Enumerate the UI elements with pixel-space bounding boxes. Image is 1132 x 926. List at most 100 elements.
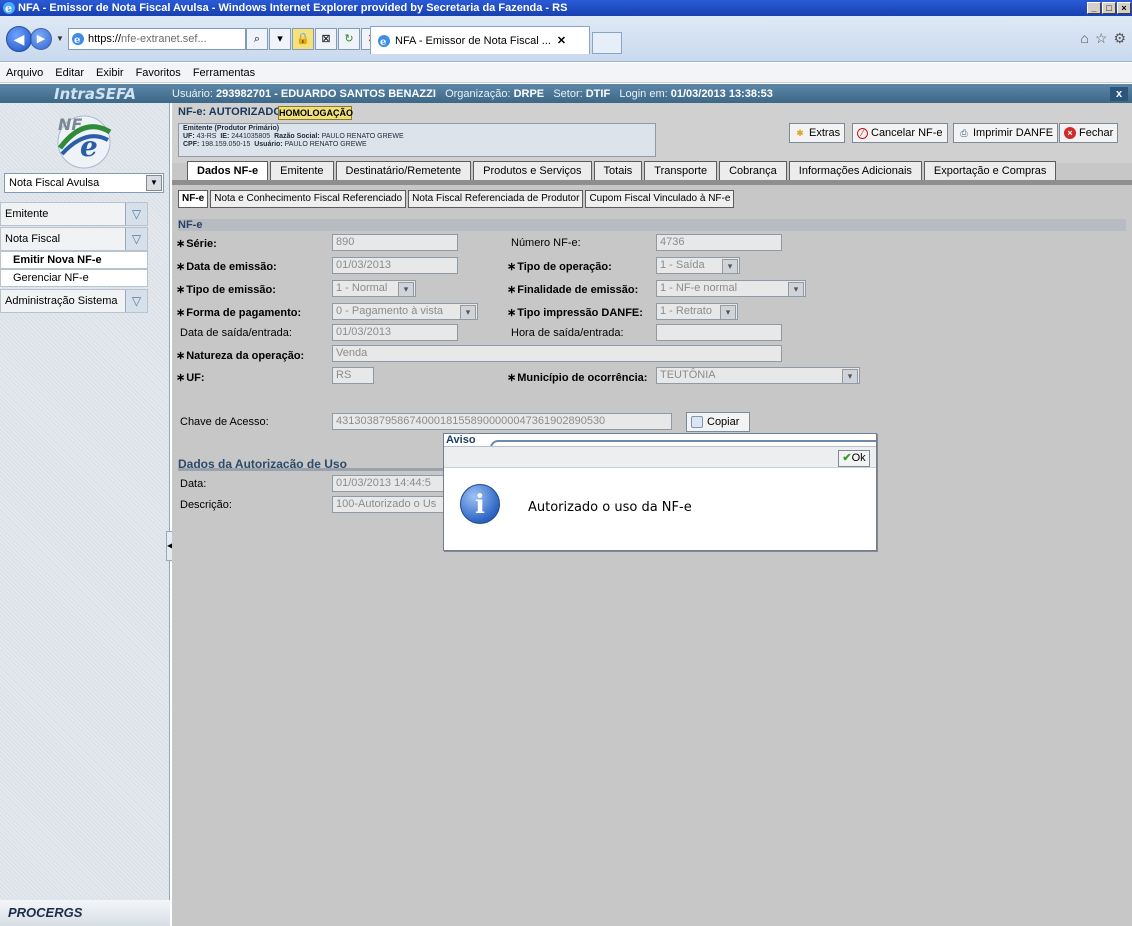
data-emissao-label: Data de emissão:: [176, 260, 276, 273]
municipio-select[interactable]: TEUTÔNIA: [656, 367, 860, 384]
data-saida-field[interactable]: 01/03/2013: [332, 324, 458, 341]
sidebar: e NF Nota Fiscal Avulsa ▼ Emitente ▽ Not…: [0, 103, 170, 926]
ie-logo-icon: e: [3, 2, 15, 15]
subtab-nfe[interactable]: NF-e: [178, 190, 209, 208]
favorites-icon[interactable]: ☆: [1095, 30, 1108, 47]
session-info: Usuário: 293982701 - EDUARDO SANTOS BENA…: [172, 87, 773, 100]
procergs-logo: PROCERGS: [0, 900, 170, 926]
sidebar-group-emitente[interactable]: Emitente ▽: [0, 202, 148, 226]
autorizacao-descricao-field[interactable]: 100-Autorizado o Us: [332, 496, 444, 513]
browser-toolbar: ◀ ▶ ▼ e https://nfe-extranet.sef... ⌕ ▾ …: [0, 16, 1132, 62]
dropdown-icon[interactable]: ▾: [269, 28, 291, 50]
hora-saida-label: Hora de saída/entrada:: [511, 327, 624, 339]
extras-button[interactable]: ✱ Extras: [789, 123, 846, 143]
forma-pagamento-label: Forma de pagamento:: [176, 306, 301, 319]
numero-field[interactable]: 4736: [656, 234, 782, 251]
aviso-dialog: Aviso ✔Ok i Autorizado o uso da NF-e: [443, 433, 877, 551]
tab-destinatario[interactable]: Destinatário/Remetente: [335, 161, 472, 180]
refresh-icon[interactable]: ↻: [338, 28, 360, 50]
gear-icon[interactable]: ⚙: [1113, 30, 1126, 47]
dialog-title: Aviso: [444, 434, 876, 448]
autorizacao-data-field[interactable]: 01/03/2013 14:44:5: [332, 475, 444, 492]
data-saida-label: Data de saída/entrada:: [180, 327, 292, 339]
uf-field[interactable]: RS: [332, 367, 374, 384]
expand-triangle-icon: ▽: [125, 228, 147, 250]
history-dropdown-icon[interactable]: ▼: [56, 34, 64, 43]
minimize-button[interactable]: _: [1087, 2, 1101, 14]
close-button[interactable]: × Fechar: [1059, 123, 1119, 143]
cancel-icon: ⁄: [857, 127, 868, 139]
forma-pagamento-select[interactable]: 0 - Pagamento à vista: [332, 303, 478, 320]
hora-saida-field[interactable]: [656, 324, 782, 341]
menu-exibir[interactable]: Exibir: [96, 67, 124, 79]
back-button[interactable]: ◀: [6, 26, 32, 52]
tipo-impressao-label: Tipo impressão DANFE:: [507, 306, 643, 319]
section-nfe: NF-e: [178, 219, 1126, 231]
sub-tabs: NF-e Nota e Conhecimento Fiscal Referenc…: [178, 190, 736, 210]
finalidade-select[interactable]: 1 - NF-e normal: [656, 280, 806, 297]
address-input[interactable]: e https://nfe-extranet.sef...: [68, 28, 246, 50]
compat-icon[interactable]: ⊠: [315, 28, 337, 50]
menu-arquivo[interactable]: Arquivo: [6, 67, 43, 79]
system-select[interactable]: Nota Fiscal Avulsa ▼: [4, 173, 164, 193]
menu-favoritos[interactable]: Favoritos: [136, 67, 181, 79]
svg-text:e: e: [5, 2, 12, 15]
natureza-field[interactable]: Venda: [332, 345, 782, 362]
close-window-button[interactable]: ×: [1117, 2, 1131, 14]
tipo-operacao-select[interactable]: 1 - Saída: [656, 257, 740, 274]
natureza-label: Natureza da operação:: [176, 349, 304, 362]
sidebar-item-emitir-nova[interactable]: Emitir Nova NF-e: [0, 251, 148, 269]
close-icon: ×: [1064, 127, 1076, 139]
new-tab-button[interactable]: [592, 32, 622, 54]
window-title: NFA - Emissor de Nota Fiscal Avulsa - Wi…: [18, 2, 568, 14]
extras-icon: ✱: [796, 128, 804, 138]
tab-cobranca[interactable]: Cobrança: [719, 161, 787, 180]
browser-tab[interactable]: e NFA - Emissor de Nota Fiscal ... ✕: [370, 26, 590, 54]
tab-informacoes[interactable]: Informações Adicionais: [788, 161, 922, 180]
section-autorizacao-underline: [178, 468, 446, 471]
tab-title: NFA - Emissor de Nota Fiscal ...: [395, 34, 551, 47]
main-tabs: Dados NF-e Emitente Destinatário/Remeten…: [187, 161, 1058, 181]
tab-transporte[interactable]: Transporte: [644, 161, 718, 180]
serie-field[interactable]: 890: [332, 234, 458, 251]
lock-icon[interactable]: 🔒: [292, 28, 314, 50]
serie-label: Série:: [176, 237, 217, 250]
svg-text:e: e: [74, 35, 80, 46]
sidebar-group-nota-fiscal[interactable]: Nota Fiscal ▽: [0, 227, 148, 251]
sidebar-group-administracao[interactable]: Administração Sistema ▽: [0, 289, 148, 313]
forward-button[interactable]: ▶: [30, 28, 52, 50]
check-icon: ✔: [842, 452, 852, 464]
subtab-nota-conhecimento[interactable]: Nota e Conhecimento Fiscal Referenciado: [210, 190, 407, 208]
maximize-button[interactable]: □: [1102, 2, 1116, 14]
copy-button[interactable]: Copiar: [686, 412, 750, 432]
tipo-impressao-select[interactable]: 1 - Retrato: [656, 303, 738, 320]
tab-dados-nfe[interactable]: Dados NF-e: [187, 161, 269, 181]
menu-editar[interactable]: Editar: [55, 67, 84, 79]
sidebar-item-gerenciar[interactable]: Gerenciar NF-e: [0, 269, 148, 287]
autorizacao-data-label: Data:: [180, 478, 207, 490]
data-emissao-field[interactable]: 01/03/2013: [332, 257, 458, 274]
chave-field[interactable]: 4313038795867400018155890000004736190289…: [332, 413, 672, 430]
home-icon[interactable]: ⌂: [1080, 30, 1088, 47]
print-danfe-button[interactable]: ⎙ Imprimir DANFE: [953, 123, 1059, 143]
uf-label: UF:: [176, 371, 204, 384]
page-icon: e: [72, 33, 84, 46]
subtab-cupom-fiscal[interactable]: Cupom Fiscal Vinculado à NF-e: [585, 190, 735, 208]
tipo-emissao-select[interactable]: 1 - Normal: [332, 280, 416, 297]
chave-label: Chave de Acesso:: [180, 416, 269, 428]
ok-button[interactable]: ✔Ok: [838, 450, 870, 467]
tab-produtos[interactable]: Produtos e Serviços: [473, 161, 592, 180]
numero-label: Número NF-e:: [511, 237, 581, 249]
subtab-nota-produtor[interactable]: Nota Fiscal Referenciada de Produtor: [408, 190, 584, 208]
menu-bar: Arquivo Editar Exibir Favoritos Ferramen…: [0, 63, 1132, 83]
tab-emitente[interactable]: Emitente: [270, 161, 334, 180]
tab-totais[interactable]: Totais: [593, 161, 643, 180]
cancel-nfe-button[interactable]: ⁄ Cancelar NF-e: [852, 123, 948, 143]
svg-text:NF: NF: [58, 115, 82, 134]
menu-ferramentas[interactable]: Ferramentas: [193, 67, 255, 79]
app-close-button[interactable]: x: [1110, 86, 1128, 101]
close-tab-icon[interactable]: ✕: [557, 34, 566, 47]
search-icon[interactable]: ⌕: [246, 28, 268, 50]
tab-exportacao[interactable]: Exportação e Compras: [923, 161, 1057, 180]
dialog-message: Autorizado o uso da NF-e: [528, 500, 692, 515]
